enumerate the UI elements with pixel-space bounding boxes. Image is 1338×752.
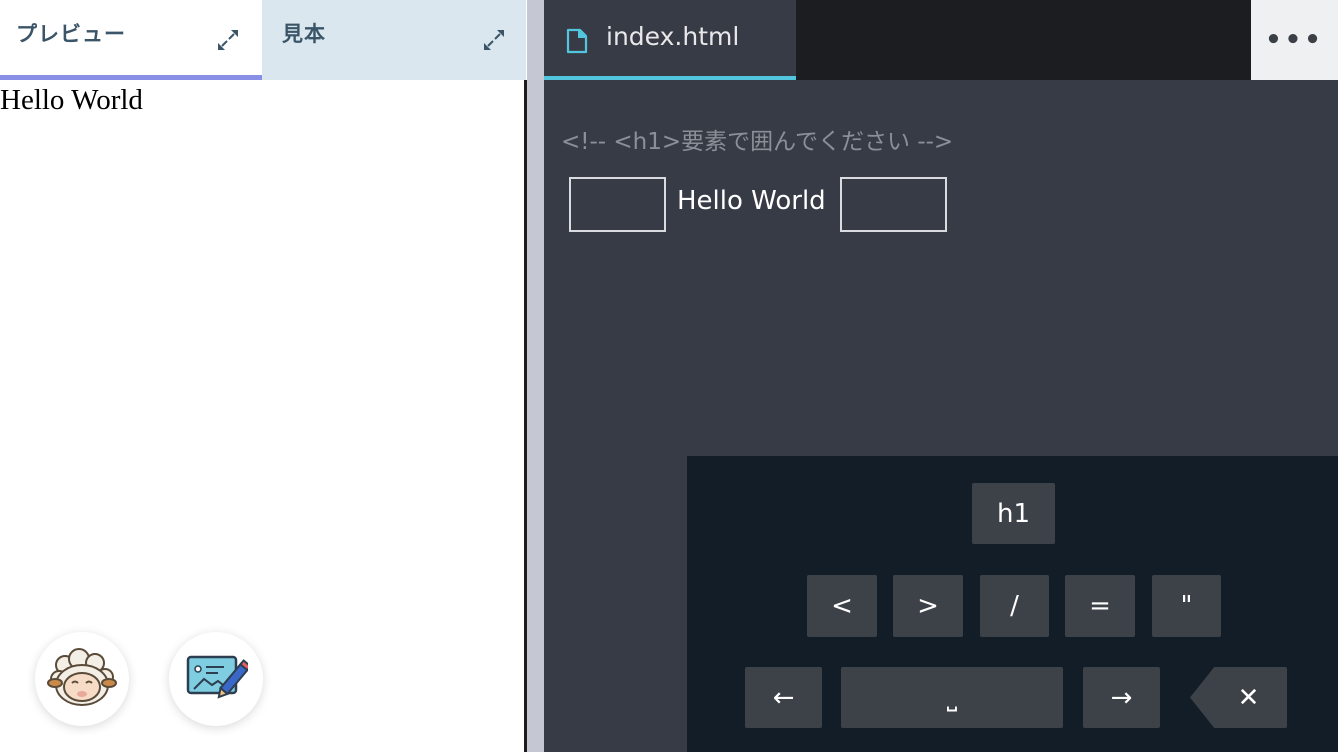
expand-icon[interactable] xyxy=(214,26,242,54)
key-less-than[interactable]: < xyxy=(807,575,877,637)
key-arrow-right[interactable]: → xyxy=(1083,667,1160,728)
tab-sample-label: 見本 xyxy=(282,22,326,46)
code-keypad: h1 < > / = " ← ⎵ → ✕ xyxy=(687,456,1338,752)
tab-preview-label: プレビュー xyxy=(16,22,126,46)
editor-tab-bar: index.html ••• xyxy=(544,0,1338,80)
sheep-icon xyxy=(47,648,117,706)
key-quote[interactable]: " xyxy=(1152,575,1221,637)
code-editor: index.html ••• <!-- <h1>要素で囲んでください --> H… xyxy=(544,0,1338,752)
key-delete[interactable]: ✕ xyxy=(1190,667,1287,728)
preview-pane: プレビュー 見本 Hello World xyxy=(0,0,526,752)
key-space[interactable]: ⎵ xyxy=(841,667,1063,728)
key-h1[interactable]: h1 xyxy=(972,483,1055,544)
resize-handle[interactable] xyxy=(527,0,544,752)
file-icon xyxy=(566,28,588,58)
drawing-board-button[interactable] xyxy=(169,632,263,726)
key-greater-than[interactable]: > xyxy=(893,575,963,637)
expand-icon[interactable] xyxy=(480,26,508,54)
code-blank-closing-tag[interactable] xyxy=(840,177,947,232)
code-text: Hello World xyxy=(677,186,826,216)
sheep-mascot-button[interactable] xyxy=(35,632,129,726)
code-comment: <!-- <h1>要素で囲んでください --> xyxy=(561,129,954,155)
more-options-button[interactable]: ••• xyxy=(1251,0,1338,80)
key-slash[interactable]: / xyxy=(980,575,1049,637)
code-blank-opening-tag[interactable] xyxy=(569,177,666,232)
file-tab-index[interactable]: index.html xyxy=(544,0,796,80)
file-tab-label: index.html xyxy=(606,22,740,51)
tab-preview[interactable]: プレビュー xyxy=(0,0,262,80)
tab-sample[interactable]: 見本 xyxy=(262,0,526,80)
key-arrow-left[interactable]: ← xyxy=(745,667,822,728)
preview-output: Hello World xyxy=(0,84,143,116)
drawing-board-icon xyxy=(186,655,248,699)
key-equals[interactable]: = xyxy=(1065,575,1135,637)
